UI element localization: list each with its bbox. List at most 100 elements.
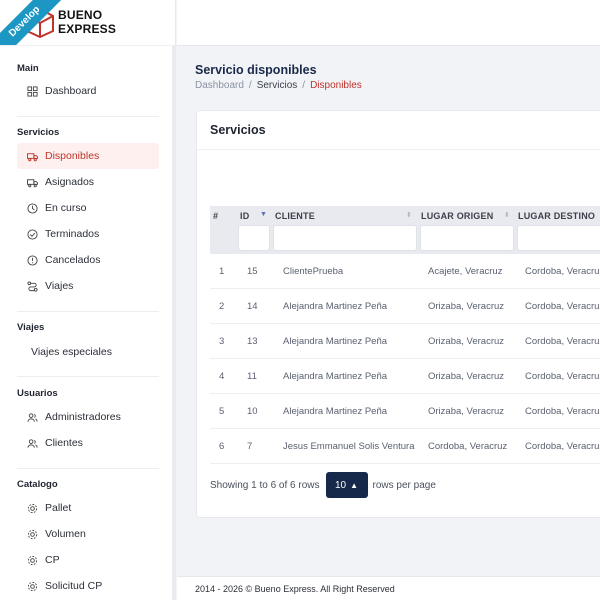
gear-icon [26, 580, 38, 592]
table-row[interactable]: 4 11 Alejandra Martinez Peña Orizaba, Ve… [210, 359, 600, 394]
page-title: Servicio disponibles [195, 63, 317, 77]
cell-cliente: Jesus Emmanuel Solis Ventura [283, 441, 415, 452]
sidebar-item-en-curso[interactable]: En curso [17, 195, 159, 221]
check-circle-icon [26, 228, 38, 240]
column-header-destino[interactable]: LUGAR DESTINO [518, 211, 595, 221]
sidebar-item-disponibles[interactable]: Disponibles [17, 143, 159, 169]
cell-destino: Cordoba, Veracruz [525, 371, 600, 382]
breadcrumb-dashboard[interactable]: Dashboard [195, 80, 244, 91]
sidebar-item-label: En curso [45, 202, 87, 214]
sidebar-item-cancelados[interactable]: Cancelados [17, 247, 159, 273]
divider [197, 149, 600, 150]
sidebar-item-viajes[interactable]: Viajes [17, 273, 159, 299]
sidebar-item-cp[interactable]: CP [17, 547, 159, 573]
column-header-id[interactable]: ID [240, 211, 249, 221]
sidebar-item-asignados[interactable]: Asignados [17, 169, 159, 195]
cell-num: 2 [219, 301, 225, 312]
sidebar-item-volumen[interactable]: Volumen [17, 521, 159, 547]
breadcrumb-separator: / [302, 80, 306, 91]
cell-origen: Orizaba, Veracruz [428, 371, 505, 382]
logo-area: Develop BUENO EXPRESS [0, 0, 175, 46]
cell-id: 15 [247, 266, 258, 277]
users-icon [26, 411, 38, 423]
footer-copyright: 2014 - 2026 © Bueno Express. All Right R… [195, 584, 395, 594]
table-row[interactable]: 5 10 Alejandra Martinez Peña Orizaba, Ve… [210, 394, 600, 429]
cell-destino: Cordoba, Veracruz [525, 301, 600, 312]
sidebar-item-label: Terminados [45, 228, 100, 240]
alert-circle-icon [26, 254, 38, 266]
sort-icon[interactable]: ⬍ [504, 211, 510, 219]
sidebar-item-administradores[interactable]: Administradores [17, 404, 159, 430]
sidebar-item-label: Solicitud CP [45, 580, 103, 592]
sidebar-item-label: Volumen [45, 528, 86, 540]
section-main: Main [17, 63, 39, 74]
route-icon [26, 280, 38, 292]
section-viajes: Viajes [17, 322, 45, 333]
cell-num: 1 [219, 266, 225, 277]
services-card: Servicios # ID ▼ CLIENTE ⬍ LUGAR ORIGEN … [196, 110, 600, 518]
divider [17, 116, 159, 117]
sidebar-item-clientes[interactable]: Clientes [17, 430, 159, 456]
sidebar: Develop BUENO EXPRESS Main Dashboard Ser… [0, 0, 176, 600]
sidebar-item-dashboard[interactable]: Dashboard [17, 78, 159, 104]
pagination-summary: Showing 1 to 6 of 6 rows [210, 479, 320, 491]
section-catalogo: Catalogo [17, 479, 58, 490]
column-header-cliente[interactable]: CLIENTE [275, 211, 315, 221]
filter-destino-input[interactable] [517, 225, 600, 251]
sidebar-item-label: Asignados [45, 176, 95, 188]
sort-icon[interactable]: ⬍ [406, 211, 412, 219]
brand-name: BUENO EXPRESS [58, 8, 117, 36]
page-size-select[interactable]: 10 ▲ [325, 472, 368, 498]
table-row[interactable]: 3 13 Alejandra Martinez Peña Orizaba, Ve… [210, 324, 600, 359]
cell-id: 7 [247, 441, 253, 452]
cell-destino: Cordoba, Veracruz [525, 441, 600, 452]
column-header-origen[interactable]: LUGAR ORIGEN [421, 211, 493, 221]
breadcrumb-servicios[interactable]: Servicios [257, 80, 298, 91]
card-title: Servicios [210, 123, 266, 137]
truck-icon [26, 176, 38, 188]
sidebar-item-label: CP [45, 554, 60, 566]
cell-num: 5 [219, 406, 225, 417]
cell-origen: Cordoba, Veracruz [428, 441, 508, 452]
breadcrumb-separator: / [248, 80, 252, 91]
cell-num: 6 [219, 441, 225, 452]
sidebar-item-label: Disponibles [45, 150, 100, 162]
sidebar-scrollbar[interactable] [172, 46, 176, 600]
filter-id-input[interactable] [238, 225, 270, 251]
sidebar-item-label: Clientes [45, 437, 83, 449]
cell-cliente: Alejandra Martinez Peña [283, 371, 388, 382]
sidebar-item-label: Viajes [45, 280, 74, 292]
sidebar-item-label: Pallet [45, 502, 72, 514]
grid-icon [26, 85, 38, 97]
table-row[interactable]: 2 14 Alejandra Martinez Peña Orizaba, Ve… [210, 289, 600, 324]
page-size-suffix: rows per page [372, 479, 436, 491]
cell-id: 13 [247, 336, 258, 347]
section-usuarios: Usuarios [17, 388, 58, 399]
filter-cliente-input[interactable] [273, 225, 417, 251]
breadcrumb: Dashboard / Servicios / Disponibles [195, 80, 362, 91]
topbar [177, 0, 600, 46]
sidebar-item-terminados[interactable]: Terminados [17, 221, 159, 247]
cell-origen: Orizaba, Veracruz [428, 406, 505, 417]
sort-desc-icon[interactable]: ▼ [260, 211, 267, 218]
sidebar-item-solicitud-cp[interactable]: Solicitud CP [17, 573, 159, 599]
cell-destino: Cordoba, Veracruz [525, 266, 600, 277]
table-row[interactable]: 1 15 ClientePrueba Acajete, Veracruz Cor… [210, 254, 600, 289]
table-row[interactable]: 6 7 Jesus Emmanuel Solis Ventura Cordoba… [210, 429, 600, 464]
sidebar-item-label: Cancelados [45, 254, 101, 266]
users-icon [26, 437, 38, 449]
sidebar-item-pallet[interactable]: Pallet [17, 495, 159, 521]
footer: 2014 - 2026 © Bueno Express. All Right R… [177, 576, 600, 600]
divider [17, 376, 159, 377]
gear-icon [26, 554, 38, 566]
breadcrumb-current: Disponibles [310, 80, 362, 91]
filter-origen-input[interactable] [420, 225, 514, 251]
pagination: Showing 1 to 6 of 6 rows 10 ▲ rows per p… [210, 472, 436, 498]
cell-cliente: ClientePrueba [283, 266, 344, 277]
sidebar-item-viajes-especiales[interactable]: Viajes especiales [17, 339, 159, 365]
page-size-value: 10 [334, 479, 347, 491]
table-header: # ID ▼ CLIENTE ⬍ LUGAR ORIGEN ⬍ LUGAR DE… [210, 206, 600, 254]
cell-origen: Orizaba, Veracruz [428, 301, 505, 312]
cell-cliente: Alejandra Martinez Peña [283, 406, 388, 417]
cell-cliente: Alejandra Martinez Peña [283, 336, 388, 347]
